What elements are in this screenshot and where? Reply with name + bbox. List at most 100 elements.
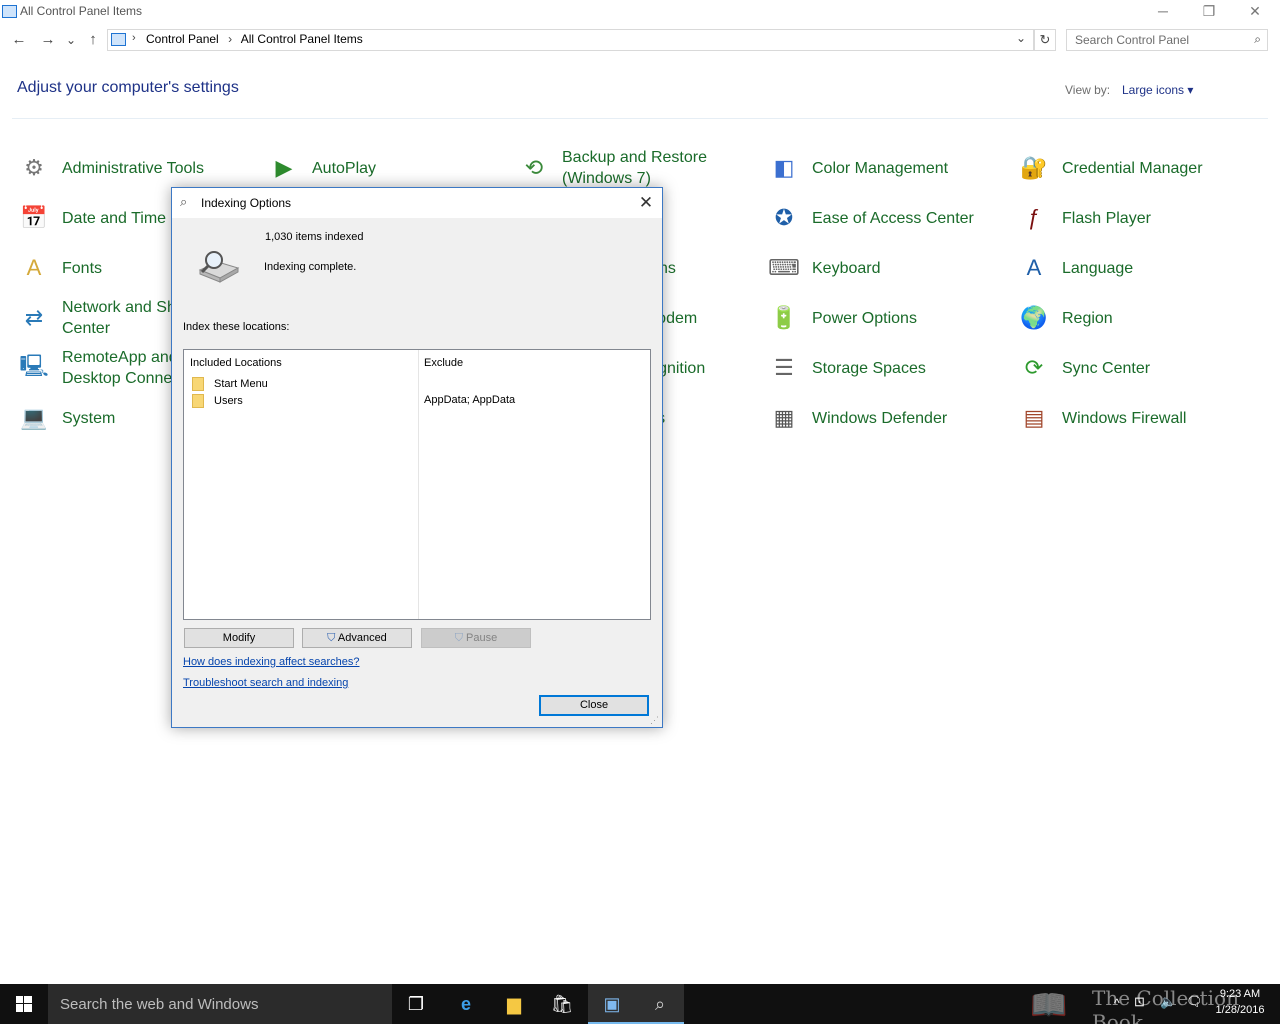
indexing-taskbar-icon[interactable]: ⌕ <box>636 984 684 1024</box>
index-locations-label: Index these locations: <box>183 321 290 333</box>
cp-item-label: Sync Center <box>1062 359 1151 377</box>
close-window-button[interactable]: ✕ <box>1232 0 1278 24</box>
folder-icon <box>192 377 204 391</box>
control-panel-icon <box>2 5 17 18</box>
divider <box>12 118 1268 119</box>
chevron-up-icon[interactable]: ^ <box>1114 996 1120 1010</box>
advanced-button[interactable]: ⛉ Advanced <box>302 628 412 648</box>
edge-icon[interactable]: e <box>442 984 490 1024</box>
back-button[interactable]: ← <box>8 30 30 50</box>
cp-item[interactable]: ⟳ Sync Center <box>1000 345 1240 391</box>
search-icon: ⌕ <box>1254 32 1261 46</box>
system-icon: 💻 <box>20 405 48 430</box>
minimize-button[interactable]: ─ <box>1140 0 1186 24</box>
cp-item[interactable]: ▦ Windows Defender <box>750 395 990 441</box>
troubleshoot-link[interactable]: Troubleshoot search and indexing <box>183 677 348 689</box>
file-explorer-icon[interactable]: ▆ <box>490 984 538 1024</box>
control-panel-taskbar-icon[interactable]: ▣ <box>588 984 636 1024</box>
chevron-right-icon: › <box>228 32 233 46</box>
ease-of-access-icon: ✪ <box>774 205 794 230</box>
breadcrumb-control-panel[interactable]: Control Panel <box>146 32 219 46</box>
cp-item[interactable]: 🌍 Region <box>1000 295 1240 341</box>
indexing-options-dialog: ⌕ Indexing Options ✕ 1,030 items indexed… <box>171 187 663 728</box>
modify-button[interactable]: Modify <box>184 628 294 648</box>
chevron-down-icon[interactable]: ⌄ <box>1016 31 1026 45</box>
forward-button[interactable]: → <box>37 30 59 50</box>
cp-item-label: Language <box>1062 259 1134 277</box>
cp-item-label: Windows Firewall <box>1062 409 1187 427</box>
clock-time[interactable]: 9:23 AM <box>1212 988 1268 1000</box>
location-exclude: AppData; AppData <box>424 394 516 406</box>
cp-item-label: Windows Defender <box>812 409 948 427</box>
window-titlebar: All Control Panel Items ─ ❐ ✕ <box>0 0 1280 24</box>
breadcrumb: Control Panel › All Control Panel Items <box>146 32 363 46</box>
volume-icon[interactable]: 🔈 <box>1160 994 1176 1010</box>
close-label: Close <box>579 699 609 711</box>
cp-item[interactable]: ✪ Ease of Access Center <box>750 195 990 241</box>
taskbar: Search the web and Windows ❐ e ▆ 🛍 ▣ ⌕ 📖… <box>0 984 1280 1034</box>
cp-item[interactable]: A Language <box>1000 245 1240 291</box>
locations-table[interactable]: Included Locations Exclude Start Menu Us… <box>183 349 651 620</box>
cp-item-label: Power Options <box>812 309 917 327</box>
region-icon: 🌍 <box>1020 305 1048 330</box>
book-logo-icon: 📖 <box>1030 989 1068 1022</box>
cp-item-label: Keyboard <box>812 259 881 277</box>
indexing-drive-icon <box>196 248 240 284</box>
view-by-dropdown[interactable]: Large icons ▾ <box>1122 83 1193 97</box>
start-button[interactable] <box>0 984 48 1024</box>
network-icon[interactable]: ⊡ <box>1134 994 1145 1010</box>
breadcrumb-all-items[interactable]: All Control Panel Items <box>241 32 363 46</box>
indexing-icon: ⌕ <box>180 194 188 209</box>
fonts-icon: A <box>26 255 42 280</box>
table-row[interactable]: Users <box>192 394 243 408</box>
restore-button[interactable]: ❐ <box>1186 0 1232 24</box>
dialog-titlebar: ⌕ Indexing Options ✕ <box>172 188 662 218</box>
autoplay-icon: ▶ <box>275 155 293 180</box>
cp-item[interactable]: ⌨ Keyboard <box>750 245 990 291</box>
items-indexed-count: 1,030 items indexed <box>265 231 364 243</box>
flash-icon: ƒ <box>1027 205 1041 230</box>
indexing-status: Indexing complete. <box>264 261 357 273</box>
action-center-icon[interactable]: 🗨 <box>1186 994 1203 1010</box>
dialog-close-icon[interactable]: ✕ <box>634 191 658 215</box>
task-view-icon[interactable]: ❐ <box>392 984 440 1024</box>
resize-grip-icon[interactable]: ⋰ <box>650 715 659 726</box>
refresh-button[interactable]: ↻ <box>1034 29 1056 51</box>
cp-item-label: AutoPlay <box>312 159 377 177</box>
keyboard-icon: ⌨ <box>768 255 800 280</box>
cp-item[interactable]: ▶ AutoPlay <box>250 145 490 191</box>
credential-manager-icon: 🔐 <box>1020 155 1048 180</box>
cp-item[interactable]: ƒ Flash Player <box>1000 195 1240 241</box>
location-name: Users <box>214 395 243 407</box>
cp-item-label: Date and Time <box>62 209 167 227</box>
table-row[interactable]: Start Menu <box>192 377 268 391</box>
close-button[interactable]: Close <box>539 695 649 716</box>
dialog-title: Indexing Options <box>201 196 292 210</box>
cp-item[interactable]: ☰ Storage Spaces <box>750 345 990 391</box>
window-title: All Control Panel Items <box>20 4 143 18</box>
defender-icon: ▦ <box>773 405 795 430</box>
cp-item-label: System <box>62 409 116 427</box>
windows-logo-icon <box>16 996 32 1012</box>
uac-shield-icon: ⛉ <box>327 632 336 644</box>
how-indexing-link[interactable]: How does indexing affect searches? <box>183 656 360 668</box>
recent-locations-button[interactable]: ⌄ <box>61 30 81 50</box>
cp-item[interactable]: 🔐 Credential Manager <box>1000 145 1240 191</box>
store-icon[interactable]: 🛍 <box>538 984 586 1024</box>
folder-icon <box>192 394 204 408</box>
cp-item[interactable]: ⟲ Backup and Restore (Windows 7) <box>500 145 740 191</box>
cp-item[interactable]: ▤ Windows Firewall <box>1000 395 1240 441</box>
clock-date[interactable]: 1/28/2016 <box>1212 1004 1268 1016</box>
column-divider <box>418 350 419 619</box>
cp-item-label: Backup and Restore (Windows 7) <box>562 149 707 187</box>
pause-label: Pause <box>466 632 498 644</box>
view-by-label: View by: <box>1065 83 1111 97</box>
cp-item[interactable]: 🔋 Power Options <box>750 295 990 341</box>
control-panel-icon <box>111 33 126 46</box>
storage-spaces-icon: ☰ <box>774 355 794 380</box>
column-header-included: Included Locations <box>190 357 282 369</box>
cp-item[interactable]: ◧ Color Management <box>750 145 990 191</box>
cp-item[interactable]: ⚙ Administrative Tools <box>0 145 240 191</box>
pause-button[interactable]: ⛉ Pause <box>421 628 531 648</box>
up-button[interactable]: ↑ <box>82 30 104 50</box>
